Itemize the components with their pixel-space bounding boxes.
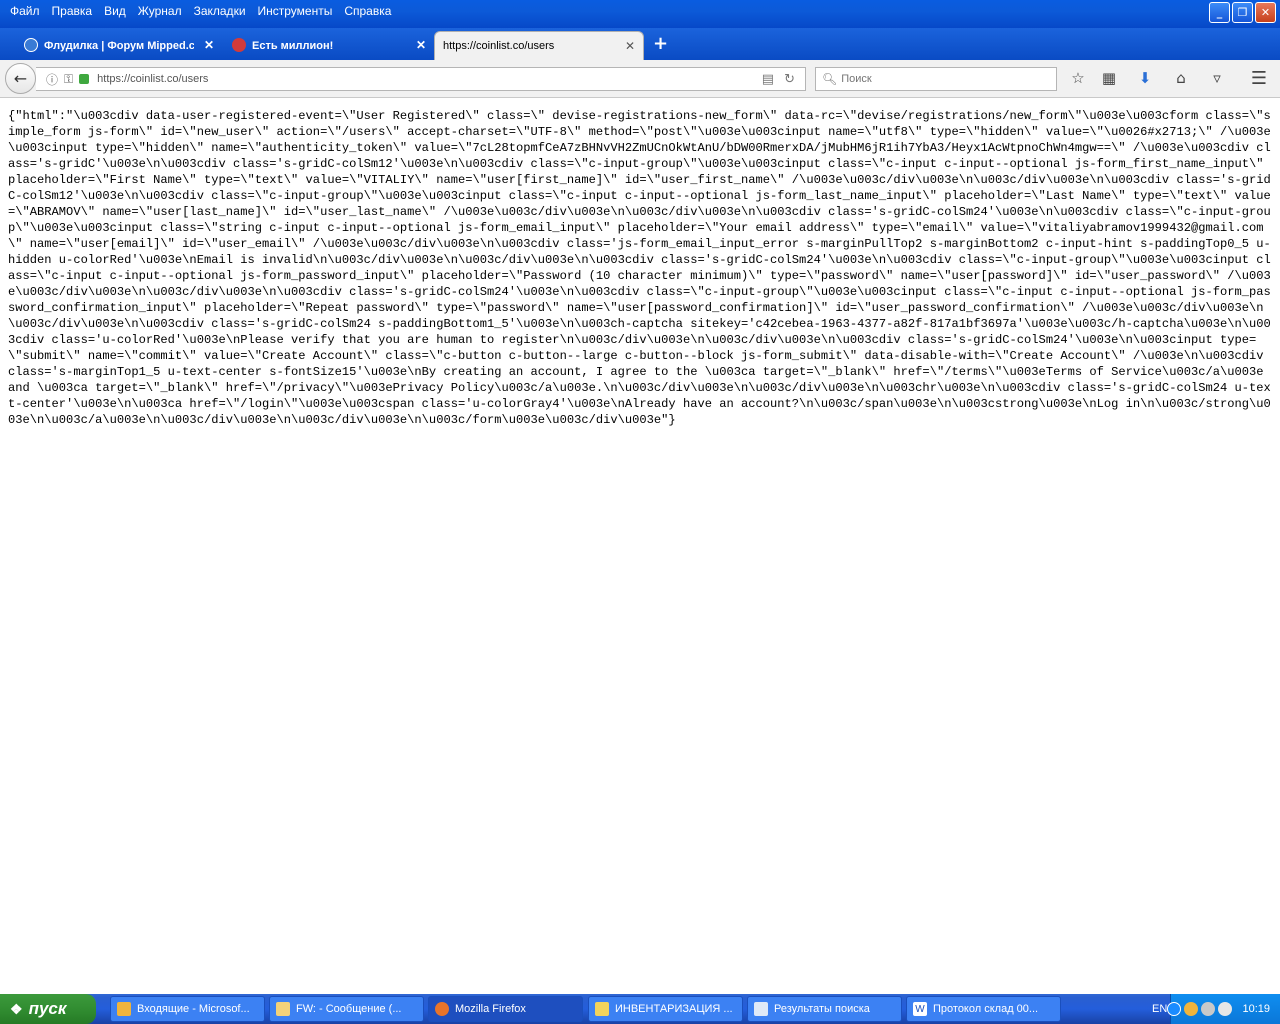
windows-logo-icon: ❖ <box>10 1000 23 1017</box>
menu-view[interactable]: Вид <box>98 0 132 22</box>
taskbar-item-firefox[interactable]: Mozilla Firefox <box>428 996 583 1022</box>
menu-edit[interactable]: Правка <box>46 0 99 22</box>
bookmarks-library-icon[interactable]: ▦ <box>1098 67 1120 89</box>
address-bar[interactable]: ⓘ ⚿ https://coinlist.co/users ▤ ↻ <box>36 67 806 91</box>
window-controls: _ ❐ ✕ <box>1209 2 1276 23</box>
window-title-bar: Файл Правка Вид Журнал Закладки Инструме… <box>0 0 1280 28</box>
forum-favicon-icon <box>24 38 38 52</box>
info-icon[interactable]: ⓘ <box>46 71 58 88</box>
word-icon: W <box>913 1002 927 1016</box>
menu-help[interactable]: Справка <box>338 0 397 22</box>
reader-view-icon[interactable]: ▤ <box>762 72 774 87</box>
key-icon: ⚿ <box>64 71 74 86</box>
menu-file[interactable]: Файл <box>4 0 46 22</box>
search-icon: 🔍︎ <box>822 72 838 86</box>
close-tab-icon[interactable]: ✕ <box>416 38 426 52</box>
taskbar-item-outlook[interactable]: Входящие - Microsof... <box>110 996 265 1022</box>
minimize-button[interactable]: _ <box>1209 2 1230 23</box>
maximize-button[interactable]: ❐ <box>1232 2 1253 23</box>
tab-label: https://coinlist.co/users <box>443 40 555 52</box>
reload-icon[interactable]: ↻ <box>784 72 795 87</box>
search-bar[interactable]: 🔍︎ <box>815 67 1057 91</box>
taskbar-item-label: Протокол склад 00... <box>933 1003 1039 1015</box>
site-favicon-icon <box>232 38 246 52</box>
tab-label: Флудилка | Форум Mipped.c... <box>44 39 194 52</box>
close-window-button[interactable]: ✕ <box>1255 2 1276 23</box>
start-button[interactable]: ❖ пуск <box>0 994 96 1024</box>
lock-icon[interactable] <box>79 74 90 84</box>
menu-hamburger-icon[interactable]: ☰ <box>1248 67 1270 89</box>
taskbar-item-label: Входящие - Microsof... <box>137 1003 250 1015</box>
system-tray: 10:19 <box>1167 994 1280 1024</box>
tab-strip: Флудилка | Форум Mipped.c... ✕ Есть милл… <box>0 28 1280 60</box>
search-input[interactable] <box>841 73 1042 85</box>
start-label: пуск <box>28 999 67 1018</box>
tab-label: Есть миллион! <box>252 39 334 52</box>
taskbar-item-label: Результаты поиска <box>774 1003 870 1015</box>
back-button[interactable]: ← <box>5 63 36 94</box>
bookmark-star-icon[interactable]: ☆ <box>1067 67 1089 89</box>
tray-icons <box>1167 1002 1233 1016</box>
taskbar-item-folder[interactable]: ИНВЕНТАРИЗАЦИЯ ... <box>588 996 743 1022</box>
pocket-icon[interactable]: ▿ <box>1206 67 1228 89</box>
tab-est-million[interactable]: Есть миллион! ✕ <box>228 31 434 60</box>
menu-bookmarks[interactable]: Закладки <box>188 0 252 22</box>
tray-arrow-icon[interactable] <box>1167 1002 1182 1016</box>
url-text[interactable]: https://coinlist.co/users <box>97 73 762 85</box>
tab-mipped-forum[interactable]: Флудилка | Форум Mipped.c... ✕ <box>20 31 222 60</box>
language-indicator[interactable]: EN <box>1152 1003 1167 1015</box>
taskbar-item-message[interactable]: FW: - Сообщение (... <box>269 996 424 1022</box>
clock[interactable]: 10:19 <box>1242 1003 1270 1015</box>
tab-coinlist-users[interactable]: https://coinlist.co/users ✕ <box>434 31 644 60</box>
taskbar-item-word-doc[interactable]: W Протокол склад 00... <box>906 996 1061 1022</box>
taskbar-item-label: Mozilla Firefox <box>455 1003 526 1015</box>
close-tab-icon[interactable]: ✕ <box>204 38 214 52</box>
new-tab-button[interactable]: + <box>653 33 668 54</box>
tray-app-icon[interactable] <box>1218 1002 1233 1016</box>
menu-bar: Файл Правка Вид Журнал Закладки Инструме… <box>0 0 397 22</box>
raw-json-response: {"html":"\u003cdiv data-user-registered-… <box>8 109 1271 427</box>
tray-outlook-icon[interactable] <box>1184 1002 1199 1016</box>
firefox-icon <box>435 1002 449 1016</box>
home-icon[interactable]: ⌂ <box>1170 67 1192 89</box>
menu-tools[interactable]: Инструменты <box>252 0 339 22</box>
outlook-icon <box>117 1002 131 1016</box>
taskbar-item-label: ИНВЕНТАРИЗАЦИЯ ... <box>615 1003 733 1015</box>
taskbar-item-search-results[interactable]: Результаты поиска <box>747 996 902 1022</box>
close-tab-icon[interactable]: ✕ <box>625 39 635 53</box>
tray-network-icon[interactable] <box>1201 1002 1216 1016</box>
mail-icon <box>276 1002 290 1016</box>
downloads-icon[interactable]: ⬇ <box>1134 67 1156 89</box>
back-arrow-icon: ← <box>13 69 28 88</box>
taskbar-item-label: FW: - Сообщение (... <box>296 1003 402 1015</box>
folder-icon <box>595 1002 609 1016</box>
page-content: {"html":"\u003cdiv data-user-registered-… <box>0 99 1280 994</box>
windows-taskbar: ❖ пуск Входящие - Microsof... FW: - Сооб… <box>0 994 1280 1024</box>
search-results-icon <box>754 1002 768 1016</box>
menu-history[interactable]: Журнал <box>132 0 188 22</box>
